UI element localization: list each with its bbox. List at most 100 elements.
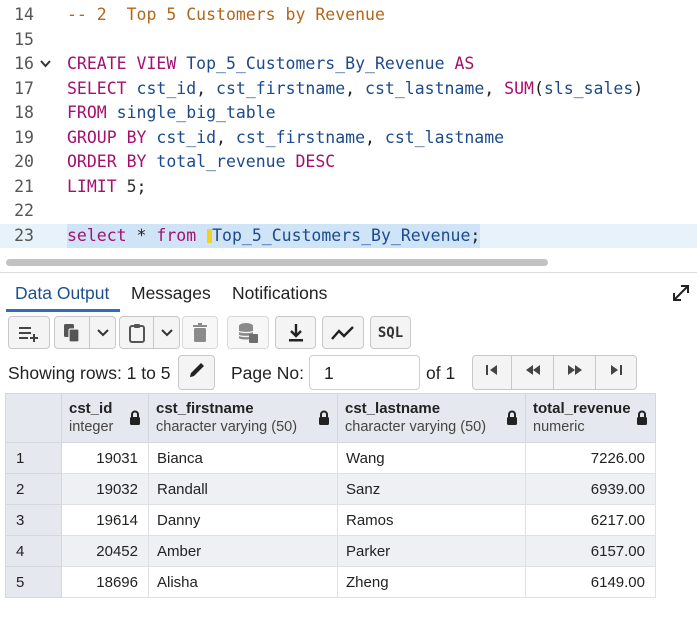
cell-cst-firstname[interactable]: Danny bbox=[148, 504, 338, 536]
code-token: sls_sales bbox=[543, 78, 634, 98]
cell-cst-lastname[interactable]: Zheng bbox=[337, 566, 526, 598]
add-row-button[interactable] bbox=[8, 316, 50, 349]
scrollbar-thumb[interactable] bbox=[6, 259, 548, 266]
table-row[interactable]: 2 19032 Randall Sanz 6939.00 bbox=[5, 473, 656, 505]
copy-options-dropdown[interactable] bbox=[89, 316, 116, 349]
pencil-icon bbox=[187, 360, 207, 385]
line-number: 14 bbox=[14, 5, 34, 24]
sql-button[interactable]: SQL bbox=[370, 316, 411, 349]
cell-cst-firstname[interactable]: Alisha bbox=[148, 566, 338, 598]
code-line[interactable]: 20 ORDER BY total_revenue DESC bbox=[0, 150, 697, 174]
tab-notifications[interactable]: Notifications bbox=[232, 283, 327, 304]
code-token: select bbox=[67, 225, 137, 245]
lock-icon bbox=[318, 410, 330, 431]
cell-total-revenue[interactable]: 6157.00 bbox=[525, 535, 656, 567]
table-row[interactable]: 5 18696 Alisha Zheng 6149.00 bbox=[5, 566, 656, 598]
cell-total-revenue[interactable]: 6939.00 bbox=[525, 473, 656, 505]
code-line[interactable]: 19 GROUP BY cst_id, cst_firstname, cst_la… bbox=[0, 126, 697, 150]
sql-label: SQL bbox=[377, 324, 404, 341]
code-token: , bbox=[196, 78, 217, 98]
code-token: cst_id bbox=[156, 127, 217, 147]
fold-chevron-icon[interactable] bbox=[40, 52, 51, 76]
cell-cst-lastname[interactable]: Sanz bbox=[337, 473, 526, 505]
expand-icon[interactable] bbox=[671, 283, 691, 303]
column-header[interactable]: total_revenue numeric bbox=[525, 393, 656, 443]
line-number: 21 bbox=[14, 176, 34, 196]
cell-cst-id[interactable]: 18696 bbox=[61, 566, 149, 598]
edit-rows-button[interactable] bbox=[178, 355, 215, 390]
editor-horizontal-scrollbar[interactable] bbox=[0, 254, 697, 270]
code-token: SUM bbox=[504, 78, 534, 98]
code-line[interactable]: 23 select * from Top_5_Customers_By_Reven… bbox=[0, 223, 697, 248]
row-number[interactable]: 2 bbox=[5, 473, 62, 505]
last-page-button[interactable] bbox=[595, 355, 637, 390]
cell-cst-id[interactable]: 20452 bbox=[61, 535, 149, 567]
cell-cst-firstname[interactable]: Amber bbox=[148, 535, 338, 567]
row-number[interactable]: 5 bbox=[5, 566, 62, 598]
code-token: , bbox=[484, 78, 505, 98]
column-header[interactable]: cst_lastname character varying (50) bbox=[337, 393, 526, 443]
code-line[interactable]: 14 -- 2 Top 5 Customers by Revenue bbox=[0, 3, 697, 27]
first-page-button[interactable] bbox=[472, 355, 512, 390]
cell-cst-firstname[interactable]: Randall bbox=[148, 473, 338, 505]
save-data-button[interactable] bbox=[227, 316, 269, 349]
code-text: LIMIT 5; bbox=[67, 175, 146, 199]
tab-messages[interactable]: Messages bbox=[131, 283, 211, 304]
code-token: , bbox=[365, 127, 385, 147]
cell-cst-id[interactable]: 19614 bbox=[61, 504, 149, 536]
cell-cst-id[interactable]: 19032 bbox=[61, 473, 149, 505]
paste-options-dropdown[interactable] bbox=[153, 316, 180, 349]
graph-visualiser-button[interactable] bbox=[322, 316, 364, 349]
code-line[interactable]: 22 bbox=[0, 199, 697, 223]
lock-icon bbox=[129, 410, 141, 431]
line-number: 17 bbox=[14, 78, 34, 98]
line-number: 18 bbox=[14, 103, 34, 122]
row-number[interactable]: 3 bbox=[5, 504, 62, 536]
cell-cst-lastname[interactable]: Wang bbox=[337, 442, 526, 474]
code-token: cst_lastname bbox=[384, 127, 505, 147]
data-grid: cst_id integer cst_firstname character v… bbox=[5, 393, 656, 598]
next-page-button[interactable] bbox=[553, 355, 596, 390]
code-line[interactable]: 18 FROM single_big_table bbox=[0, 101, 697, 125]
column-header[interactable]: cst_firstname character varying (50) bbox=[148, 393, 338, 443]
table-row[interactable]: 1 19031 Bianca Wang 7226.00 bbox=[5, 442, 656, 474]
code-line[interactable]: 21 LIMIT 5; bbox=[0, 175, 697, 199]
lock-icon bbox=[636, 410, 648, 431]
code-text: -- 2 Top 5 Customers by Revenue bbox=[67, 3, 385, 27]
skip-last-icon bbox=[609, 363, 623, 382]
cell-cst-lastname[interactable]: Parker bbox=[337, 535, 526, 567]
code-token: cst_firstname bbox=[216, 78, 346, 98]
column-name: cst_lastname bbox=[345, 400, 441, 417]
page-no-label: Page No: bbox=[231, 363, 304, 383]
row-number[interactable]: 1 bbox=[5, 442, 62, 474]
code-token: single_big_table bbox=[116, 103, 276, 122]
column-header[interactable]: cst_id integer bbox=[61, 393, 149, 443]
row-number[interactable]: 4 bbox=[5, 535, 62, 567]
pagination-bar: Showing rows: 1 to 5 Page No: 1 of 1 bbox=[0, 355, 697, 391]
code-line[interactable]: 17 SELECT cst_id, cst_firstname, cst_last… bbox=[0, 77, 697, 101]
cell-cst-lastname[interactable]: Ramos bbox=[337, 504, 526, 536]
cell-total-revenue[interactable]: 6217.00 bbox=[525, 504, 656, 536]
code-line[interactable]: 16 CREATE VIEW Top_5_Customers_By_Revenue… bbox=[0, 52, 697, 76]
row-number-header[interactable] bbox=[5, 393, 62, 443]
copy-button[interactable] bbox=[54, 316, 90, 349]
download-icon bbox=[287, 323, 305, 343]
download-button[interactable] bbox=[275, 316, 316, 349]
cell-cst-firstname[interactable]: Bianca bbox=[148, 442, 338, 474]
code-token: 5 bbox=[126, 176, 137, 196]
paste-button[interactable] bbox=[119, 316, 154, 349]
table-row[interactable]: 4 20452 Amber Parker 6157.00 bbox=[5, 535, 656, 567]
sql-editor[interactable]: 14 -- 2 Top 5 Customers by Revenue 15 16 CRE… bbox=[0, 0, 697, 252]
code-token: cst_firstname bbox=[235, 127, 366, 147]
code-line[interactable]: 15 bbox=[0, 28, 697, 52]
table-row[interactable]: 3 19614 Danny Ramos 6217.00 bbox=[5, 504, 656, 536]
tab-data-output[interactable]: Data Output bbox=[15, 283, 109, 304]
cell-total-revenue[interactable]: 7226.00 bbox=[525, 442, 656, 474]
code-text: SELECT cst_id, cst_firstname, cst_lastna… bbox=[67, 77, 643, 101]
cell-total-revenue[interactable]: 6149.00 bbox=[525, 566, 656, 598]
cell-cst-id[interactable]: 19031 bbox=[61, 442, 149, 474]
previous-page-button[interactable] bbox=[511, 355, 554, 390]
delete-button[interactable] bbox=[182, 316, 218, 349]
page-number-input[interactable]: 1 bbox=[309, 355, 420, 390]
column-type: character varying (50) bbox=[345, 419, 487, 435]
